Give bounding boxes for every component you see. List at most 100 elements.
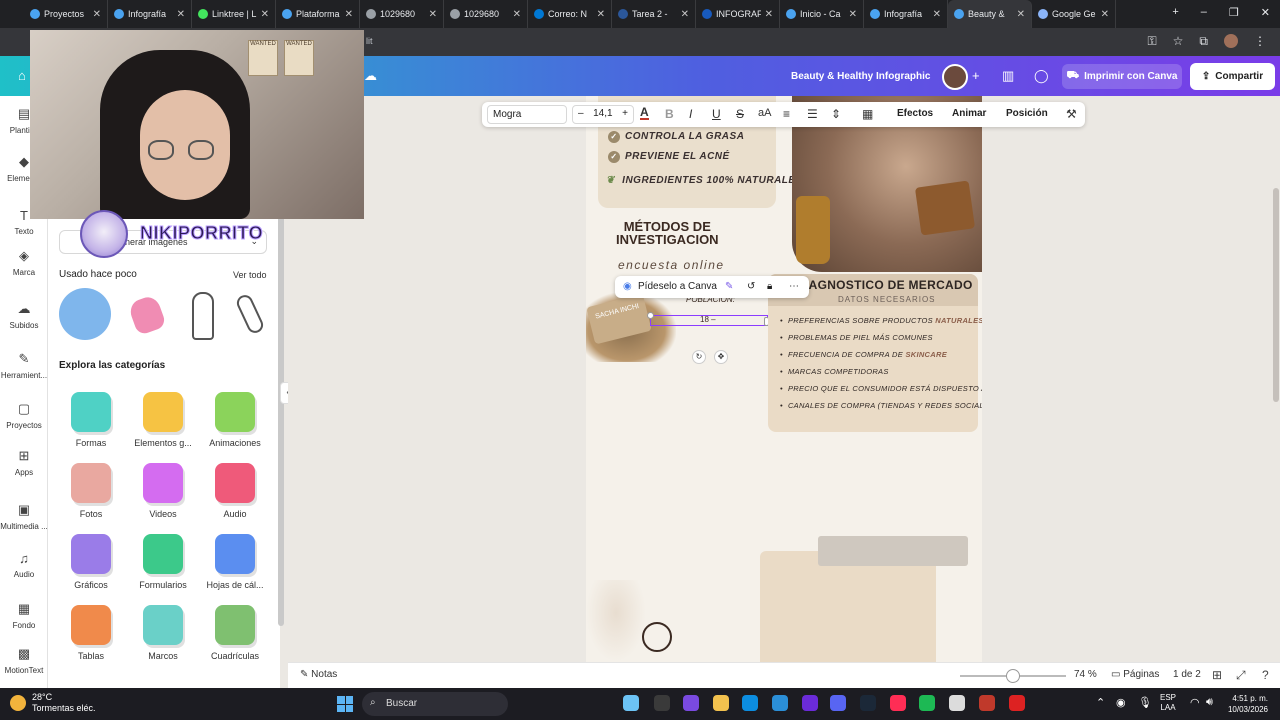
category-tile[interactable]: Cuadrículas [200,605,270,661]
browser-tab[interactable]: Beauty & ✕ [948,0,1032,28]
rail-item[interactable]: ◈ Marca [0,248,48,277]
strikethrough-icon[interactable]: S [736,107,744,121]
browser-tab[interactable]: Linktree | L ✕ [192,0,276,28]
tab-close-icon[interactable]: ✕ [765,9,773,20]
category-tile[interactable]: Hojas de cál... [200,534,270,590]
increase-size-button[interactable]: + [622,108,628,121]
spotify-icon[interactable] [919,695,935,711]
home-icon[interactable]: ⌂ [18,68,26,83]
lock-icon[interactable]: 🔒︎ [767,281,772,292]
windows-start-icon[interactable] [337,696,353,712]
tab-close-icon[interactable]: ✕ [933,9,941,20]
outlook-icon[interactable] [772,695,788,711]
tab-close-icon[interactable]: ✕ [513,9,521,20]
text-color-icon[interactable]: A [640,106,649,120]
taskbar-search[interactable]: ⌕ Buscar [362,692,508,716]
tab-close-icon[interactable]: ✕ [429,9,437,20]
rotate-icon[interactable]: ↻ [692,350,706,364]
resize-handle[interactable] [647,312,654,319]
position-button[interactable]: Posición [1006,108,1048,119]
collaborator-avatar[interactable] [942,64,968,90]
category-tile[interactable]: Elementos g... [128,392,198,448]
browser-tab[interactable]: Google Ge ✕ [1032,0,1116,28]
animate-button[interactable]: Animar [952,108,986,119]
share-button[interactable]: ⇪ Compartir [1190,63,1275,90]
decrease-size-button[interactable]: – [578,108,584,121]
discord-icon[interactable] [830,695,846,711]
analytics-icon[interactable]: ▥ [1002,68,1014,84]
category-tile[interactable]: Formularios [128,534,198,590]
italic-icon[interactable]: I [689,107,692,121]
underline-icon[interactable]: U [712,107,721,121]
zoom-value[interactable]: 74 % [1074,669,1097,680]
notes-button[interactable]: ✎ Notas [300,669,337,680]
font-size-value[interactable]: 14,1 [593,108,612,121]
address-text[interactable]: lit [366,36,373,46]
minimize-icon[interactable]: – [1201,6,1207,19]
visual-studio-icon[interactable] [802,695,818,711]
browser-tab[interactable]: 1029680 ✕ [360,0,444,28]
see-all-link[interactable]: Ver todo [233,270,267,280]
browser-tab[interactable]: Infografía ✕ [864,0,948,28]
grid-view-icon[interactable]: ⊞ [1212,668,1222,682]
opera-icon[interactable] [1009,695,1025,711]
browser-tab[interactable]: Plataforma ✕ [276,0,360,28]
canva-assistant-icon[interactable]: ◉ [623,281,632,292]
volume-icon[interactable]: 🔊︎ [1206,696,1213,709]
tab-close-icon[interactable]: ✕ [849,9,857,20]
category-tile[interactable]: Marcos [128,605,198,661]
rail-item[interactable]: ▢ Proyectos [0,401,48,430]
widgets-icon[interactable] [623,695,639,711]
browser-tab[interactable]: Inicio - Ca ✕ [780,0,864,28]
canvas-scrollbar[interactable] [1273,188,1279,402]
move-icon[interactable]: ✥ [714,350,728,364]
browser-tab[interactable]: Infografía ✕ [108,0,192,28]
bold-icon[interactable]: B [665,107,674,121]
rail-item[interactable]: ▦ Fondo [0,601,48,630]
snipping-tool-icon[interactable] [979,695,995,711]
rail-item[interactable]: ☁ Subidos [0,301,48,330]
extensions-icon[interactable]: ⧉ [1199,34,1208,49]
add-collaborator-icon[interactable]: + [972,68,980,83]
cloud-sync-icon[interactable]: ☁ [364,68,377,84]
comment-icon[interactable]: ◯ [1034,68,1049,84]
design-title[interactable]: Beauty & Healthy Infographic [791,71,930,82]
rail-item[interactable]: ✎ Herramient... [0,351,48,380]
category-tile[interactable]: Formas [56,392,126,448]
ask-canva-button[interactable]: Pídeselo a Canva [638,281,717,292]
task-view-icon[interactable] [654,695,670,711]
profile-avatar[interactable] [1224,34,1238,48]
help-icon[interactable]: ? [1262,668,1269,682]
new-tab-icon[interactable]: + [1172,6,1178,19]
chrome-icon[interactable] [949,695,965,711]
recent-pink-bow[interactable] [122,288,176,342]
wifi-icon[interactable]: ◠ [1190,696,1200,709]
browser-tab[interactable]: Correo: N ✕ [528,0,612,28]
rail-item[interactable]: ♫ Audio [0,551,48,579]
tray-app-icon[interactable]: ◉ [1116,696,1126,709]
tab-close-icon[interactable]: ✕ [261,9,269,20]
transparency-icon[interactable]: ▦ [862,107,873,121]
recent-circle-shape[interactable] [59,288,113,342]
menu-dots-icon[interactable]: ⋮ [1254,34,1266,49]
category-tile[interactable]: Tablas [56,605,126,661]
tray-chevron-icon[interactable]: ⌃ [1096,696,1105,709]
category-tile[interactable]: Gráficos [56,534,126,590]
font-size-stepper[interactable]: – 14,1 + [572,105,634,124]
align-center-icon[interactable]: ≡ [783,107,790,121]
microphone-icon[interactable]: 🎙︎ [1138,696,1152,709]
fullscreen-icon[interactable]: ⤢ [1236,668,1246,683]
browser-tab[interactable]: Tarea 2 - ✕ [612,0,696,28]
magic-edit-icon[interactable]: ✎ [725,281,733,292]
category-tile[interactable]: Animaciones [200,392,270,448]
tab-close-icon[interactable]: ✕ [1017,9,1025,20]
case-icon[interactable]: aA [758,107,771,119]
category-tile[interactable]: Audio [200,463,270,519]
tiktok-icon[interactable] [890,695,906,711]
tab-close-icon[interactable]: ✕ [177,9,185,20]
format-painter-icon[interactable]: ⚒ [1066,107,1077,121]
effects-button[interactable]: Efectos [897,108,933,119]
more-options-icon[interactable]: ⋯ [789,281,799,292]
tab-close-icon[interactable]: ✕ [1101,9,1109,20]
bookmark-star-icon[interactable]: ☆ [1173,34,1184,49]
